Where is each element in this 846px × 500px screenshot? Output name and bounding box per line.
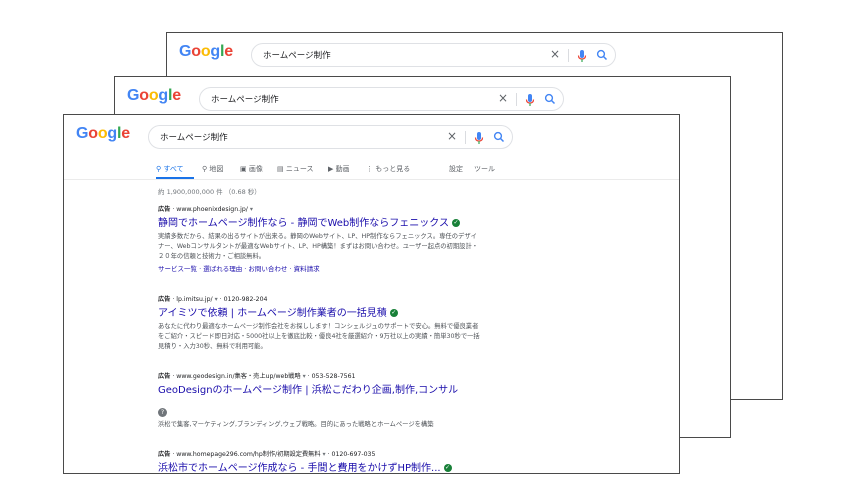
logo-letter: o bbox=[191, 43, 201, 60]
ad-title-row: アイミツで依頼 | ホームページ制作業者の一括見積 ✓ bbox=[158, 307, 488, 320]
caret-down-icon[interactable]: ▾ bbox=[303, 373, 306, 380]
ad-title-row: 静岡でホームページ制作なら - 静岡でWeb制作ならフェニックス ✓ bbox=[158, 217, 488, 230]
search-icon[interactable] bbox=[493, 131, 505, 143]
tab-news[interactable]: ▤ ニュース bbox=[277, 164, 314, 174]
ad-title-row: 浜松市でホームページ作成なら - 手間と費用をかけずHP制作... ✓ bbox=[158, 462, 488, 473]
ad-info-row: ? bbox=[158, 399, 488, 418]
logo-letter: o bbox=[97, 125, 108, 142]
divider bbox=[516, 93, 517, 106]
verified-check-icon: ✓ bbox=[451, 219, 460, 227]
ad-phone[interactable]: 053-528-7561 bbox=[312, 373, 356, 380]
result-stats: 約 1,900,000,000 件 （0.68 秒） bbox=[158, 188, 261, 196]
ad-sitelinks[interactable]: サービス一覧 · 選ばれる理由 · お問い合わせ · 資料請求 bbox=[158, 263, 488, 273]
close-icon[interactable]: × bbox=[550, 47, 560, 61]
caret-down-icon[interactable]: ▾ bbox=[323, 451, 326, 458]
tab-settings[interactable]: 設定 bbox=[449, 164, 463, 174]
tab-tools[interactable]: ツール bbox=[474, 164, 495, 174]
search-icon[interactable] bbox=[596, 49, 608, 61]
search-icon: ⚲ bbox=[156, 165, 162, 173]
news-icon: ▤ bbox=[277, 165, 284, 173]
divider bbox=[64, 179, 679, 180]
ad-description: 浜松で集客,マーケティング,ブランディング,ウェブ戦略。目的にあった戦略とホーム… bbox=[158, 421, 434, 428]
image-icon: ▣ bbox=[240, 165, 247, 173]
browser-window-front: Google ホームページ制作 × ⚲ すべて ⚲ 地図 ▣ 画像 ▤ ニュース… bbox=[63, 114, 680, 474]
ad-title-row: GeoDesignのホームページ制作 | 浜松こだわり企画,制作,コンサル bbox=[158, 384, 488, 397]
ad-result: 広告 · www.geodesign.in/集客・売上up/web戦略 ▾ · … bbox=[158, 371, 488, 430]
ad-url-line: 広告 · lp.imitsu.jp/ ▾ · 0120-982-204 bbox=[158, 296, 268, 303]
logo-letter: g bbox=[158, 87, 168, 104]
search-box[interactable]: ホームページ制作 × bbox=[251, 43, 616, 67]
google-logo[interactable]: Google bbox=[179, 43, 233, 61]
video-icon: ▶ bbox=[328, 165, 334, 173]
ad-phone[interactable]: 0120-982-204 bbox=[224, 296, 268, 303]
logo-letter: g bbox=[210, 43, 220, 60]
logo-letter: g bbox=[107, 125, 117, 142]
tab-more-label: もっと見る bbox=[375, 165, 411, 173]
ad-url[interactable]: www.phoenixdesign.jp/ bbox=[176, 206, 248, 213]
ad-label: 広告 bbox=[158, 296, 171, 303]
search-box[interactable]: ホームページ制作 × bbox=[199, 87, 564, 111]
google-logo[interactable]: Google bbox=[76, 125, 130, 143]
caret-down-icon[interactable]: ▾ bbox=[250, 206, 253, 213]
logo-letter: o bbox=[148, 87, 159, 104]
search-input[interactable]: ホームページ制作 bbox=[160, 131, 228, 143]
ad-url[interactable]: lp.imitsu.jp/ bbox=[176, 296, 212, 303]
ad-description: あなたに代わり最適なホームページ制作会社をお探しします！コンシェルジュのサポート… bbox=[158, 323, 480, 350]
help-icon[interactable]: ? bbox=[158, 408, 167, 417]
logo-letter: G bbox=[127, 87, 140, 104]
logo-letter: o bbox=[139, 87, 149, 104]
verified-check-icon: ✓ bbox=[443, 464, 452, 472]
ad-url-line: 広告 · www.homepage296.com/hp制作/初期設定費無料 ▾ … bbox=[158, 451, 376, 458]
logo-letter: e bbox=[121, 125, 130, 142]
mic-icon[interactable] bbox=[524, 93, 536, 107]
tab-all[interactable]: ⚲ すべて bbox=[156, 164, 184, 174]
location-pin-icon: ⚲ bbox=[202, 165, 208, 173]
ad-label: 広告 bbox=[158, 451, 171, 458]
tab-videos-label: 動画 bbox=[335, 165, 350, 173]
mic-icon[interactable] bbox=[473, 131, 485, 145]
tab-images-label: 画像 bbox=[248, 165, 263, 173]
logo-letter: e bbox=[224, 43, 233, 60]
google-logo[interactable]: Google bbox=[127, 87, 181, 105]
tab-images[interactable]: ▣ 画像 bbox=[240, 164, 263, 174]
logo-letter: e bbox=[172, 87, 181, 104]
tab-news-label: ニュース bbox=[285, 165, 314, 173]
ad-url-line: 広告 · www.phoenixdesign.jp/ ▾ bbox=[158, 206, 253, 213]
verified-check-icon: ✓ bbox=[389, 309, 398, 317]
search-icon[interactable] bbox=[544, 93, 556, 105]
search-box[interactable]: ホームページ制作 × bbox=[148, 125, 513, 149]
ad-title-link[interactable]: 静岡でホームページ制作なら - 静岡でWeb制作ならフェニックス bbox=[158, 218, 449, 229]
ad-url[interactable]: www.homepage296.com/hp制作/初期設定費無料 bbox=[176, 451, 320, 458]
ad-result: 広告 · www.homepage296.com/hp制作/初期設定費無料 ▾ … bbox=[158, 449, 488, 473]
divider bbox=[568, 49, 569, 62]
tab-videos[interactable]: ▶ 動画 bbox=[328, 164, 350, 174]
tab-maps-label: 地図 bbox=[209, 165, 224, 173]
ad-result: 広告 · www.phoenixdesign.jp/ ▾ 静岡でホームページ制作… bbox=[158, 204, 488, 273]
logo-letter: o bbox=[88, 125, 98, 142]
close-icon[interactable]: × bbox=[498, 91, 508, 105]
ad-url-line: 広告 · www.geodesign.in/集客・売上up/web戦略 ▾ · … bbox=[158, 373, 356, 380]
close-icon[interactable]: × bbox=[447, 129, 457, 143]
logo-letter: o bbox=[200, 43, 211, 60]
mic-icon[interactable] bbox=[576, 49, 588, 63]
caret-down-icon[interactable]: ▾ bbox=[215, 296, 218, 303]
search-input[interactable]: ホームページ制作 bbox=[211, 93, 279, 105]
ad-title-link[interactable]: GeoDesignのホームページ制作 | 浜松こだわり企画,制作,コンサル bbox=[158, 385, 458, 396]
ad-label: 広告 bbox=[158, 373, 171, 380]
divider bbox=[465, 131, 466, 144]
logo-letter: G bbox=[76, 125, 89, 142]
more-vert-icon: ⋮ bbox=[366, 165, 373, 173]
tab-all-label: すべて bbox=[163, 165, 184, 173]
ad-label: 広告 bbox=[158, 206, 171, 213]
ad-url[interactable]: www.geodesign.in/集客・売上up/web戦略 bbox=[176, 373, 300, 380]
ad-phone[interactable]: 0120-697-035 bbox=[332, 451, 376, 458]
tab-maps[interactable]: ⚲ 地図 bbox=[202, 164, 223, 174]
ad-description: 実績多数だから、結果の出るサイトが出来る。静岡のWebサイト、LP、HP制作なら… bbox=[158, 233, 479, 260]
search-input[interactable]: ホームページ制作 bbox=[263, 49, 331, 61]
ad-title-link[interactable]: 浜松市でホームページ作成なら - 手間と費用をかけずHP制作... bbox=[158, 463, 441, 473]
tab-more[interactable]: ⋮ もっと見る bbox=[366, 164, 410, 174]
logo-letter: G bbox=[179, 43, 192, 60]
ad-result: 広告 · lp.imitsu.jp/ ▾ · 0120-982-204 アイミツ… bbox=[158, 294, 488, 352]
ad-title-link[interactable]: アイミツで依頼 | ホームページ制作業者の一括見積 bbox=[158, 308, 387, 319]
